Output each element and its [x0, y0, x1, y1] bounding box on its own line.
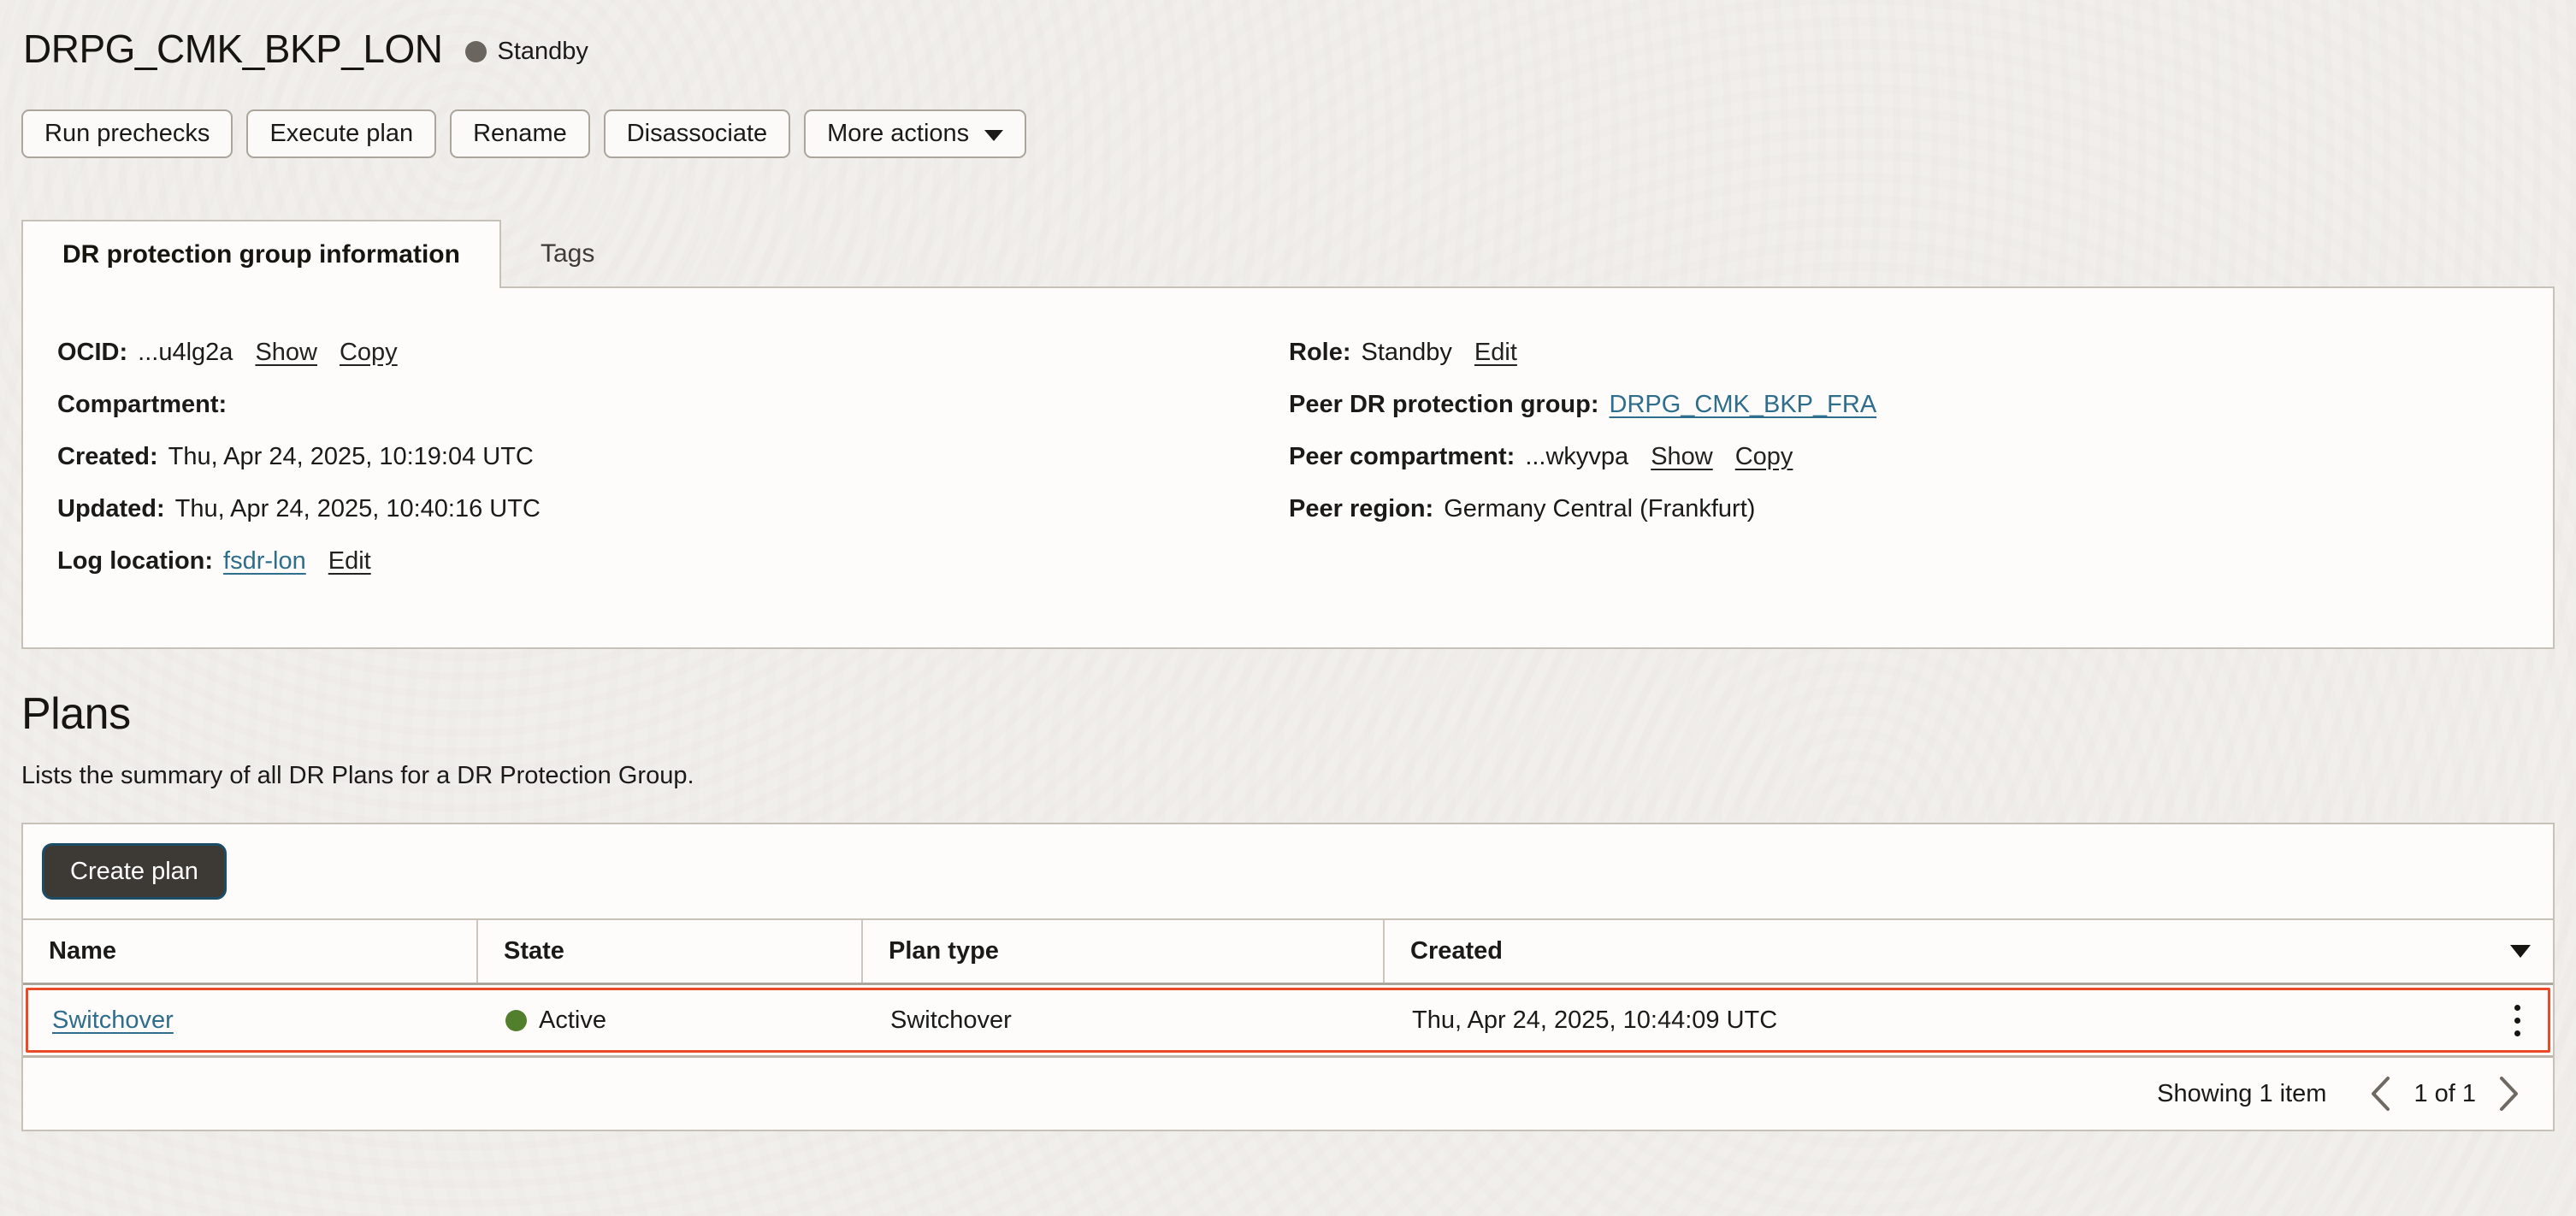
log-location-field: Log location: fsdr-lon Edit — [57, 546, 1289, 576]
pagination-bar: Showing 1 item 1 of 1 — [23, 1058, 2553, 1130]
plan-type-cell: Switchover — [866, 1006, 1388, 1035]
peer-compartment-copy-link[interactable]: Copy — [1735, 442, 1793, 471]
dr-protection-group-information-panel: OCID: ...u4lg2a Show Copy Compartment: C… — [21, 286, 2555, 649]
page-title: DRPG_CMK_BKP_LON — [23, 26, 443, 72]
tab-label: Tags — [541, 239, 594, 269]
status-label: Standby — [498, 38, 588, 66]
ocid-field: OCID: ...u4lg2a Show Copy — [57, 338, 1289, 367]
drpg-detail-page: DRPG_CMK_BKP_LON Standby Run prechecks E… — [0, 0, 2576, 1131]
role-value: Standby — [1362, 338, 1452, 367]
role-field: Role: Standby Edit — [1289, 338, 2553, 367]
active-dot-icon — [505, 1010, 527, 1031]
peer-compartment-value: ...wkyvpa — [1525, 442, 1628, 471]
column-header-created-label: Created — [1410, 937, 1503, 965]
plan-name-cell: Switchover — [28, 1006, 482, 1035]
plans-table-toolbar: Create plan — [23, 824, 2553, 918]
run-prechecks-button[interactable]: Run prechecks — [21, 109, 233, 158]
tab-label: DR protection group information — [62, 240, 460, 269]
rename-button[interactable]: Rename — [450, 109, 590, 158]
peer-region-value: Germany Central (Frankfurt) — [1444, 494, 1755, 523]
updated-field: Updated: Thu, Apr 24, 2025, 10:40:16 UTC — [57, 494, 1289, 523]
info-column-left: OCID: ...u4lg2a Show Copy Compartment: C… — [57, 338, 1289, 647]
chevron-left-icon[interactable] — [2366, 1075, 2395, 1113]
status-badge: Standby — [465, 38, 588, 66]
field-label: Created: — [57, 442, 158, 471]
sort-caret-down-icon[interactable] — [2510, 945, 2531, 958]
field-label: Compartment: — [57, 390, 227, 419]
create-plan-button[interactable]: Create plan — [42, 843, 227, 900]
tab-dr-protection-group-information[interactable]: DR protection group information — [21, 220, 501, 288]
log-location-link[interactable]: fsdr-lon — [223, 546, 306, 576]
more-actions-label: More actions — [827, 120, 969, 148]
plan-created-cell: Thu, Apr 24, 2025, 10:44:09 UTC — [1388, 1006, 2493, 1035]
column-header-name[interactable]: Name — [23, 920, 476, 983]
plan-name-link[interactable]: Switchover — [52, 1006, 174, 1035]
peer-compartment-field: Peer compartment: ...wkyvpa Show Copy — [1289, 442, 2553, 471]
field-label: Peer DR protection group: — [1289, 390, 1599, 419]
updated-value: Thu, Apr 24, 2025, 10:40:16 UTC — [175, 494, 541, 523]
peer-region-field: Peer region: Germany Central (Frankfurt) — [1289, 494, 2553, 523]
plans-description: Lists the summary of all DR Plans for a … — [21, 762, 2555, 790]
plans-heading: Plans — [21, 688, 2555, 740]
row-kebab-menu-icon[interactable] — [2493, 1005, 2548, 1036]
compartment-field: Compartment: — [57, 390, 1289, 419]
ocid-copy-link[interactable]: Copy — [340, 338, 398, 367]
chevron-right-icon[interactable] — [2495, 1075, 2524, 1113]
column-header-state[interactable]: State — [476, 920, 861, 983]
ocid-show-link[interactable]: Show — [255, 338, 317, 367]
table-row-switchover[interactable]: Switchover Active Switchover Thu, Apr 24… — [26, 988, 2550, 1053]
field-label: Peer region: — [1289, 494, 1433, 523]
standby-dot-icon — [465, 41, 487, 62]
ocid-value: ...u4lg2a — [138, 338, 233, 367]
plan-state-label: Active — [539, 1006, 606, 1035]
pagination-page-label: 1 of 1 — [2414, 1080, 2476, 1108]
disassociate-button[interactable]: Disassociate — [604, 109, 790, 158]
created-value: Thu, Apr 24, 2025, 10:19:04 UTC — [168, 442, 534, 471]
column-header-created[interactable]: Created — [1383, 920, 2553, 983]
detail-tabs: DR protection group information Tags — [21, 220, 2555, 288]
role-edit-link[interactable]: Edit — [1474, 338, 1517, 367]
plans-table-panel: Create plan Name State Plan type Created… — [21, 823, 2555, 1131]
more-actions-button[interactable]: More actions — [804, 109, 1026, 158]
page-header: DRPG_CMK_BKP_LON Standby — [21, 26, 2555, 72]
execute-plan-button[interactable]: Execute plan — [246, 109, 436, 158]
pagination-summary: Showing 1 item — [2157, 1080, 2326, 1108]
created-field: Created: Thu, Apr 24, 2025, 10:19:04 UTC — [57, 442, 1289, 471]
log-location-edit-link[interactable]: Edit — [328, 546, 371, 576]
field-label: Role: — [1289, 338, 1351, 367]
field-label: Log location: — [57, 546, 213, 576]
plan-state-cell: Active — [482, 1006, 866, 1035]
peer-dr-protection-group-link[interactable]: DRPG_CMK_BKP_FRA — [1610, 390, 1877, 419]
caret-down-icon — [984, 130, 1003, 141]
tab-tags[interactable]: Tags — [501, 220, 634, 288]
peer-compartment-show-link[interactable]: Show — [1651, 442, 1713, 471]
peer-dr-protection-group-field: Peer DR protection group: DRPG_CMK_BKP_F… — [1289, 390, 2553, 419]
field-label: Peer compartment: — [1289, 442, 1515, 471]
column-header-plan-type[interactable]: Plan type — [861, 920, 1383, 983]
field-label: OCID: — [57, 338, 127, 367]
info-column-right: Role: Standby Edit Peer DR protection gr… — [1289, 338, 2553, 647]
plans-table-header: Name State Plan type Created — [23, 918, 2553, 985]
field-label: Updated: — [57, 494, 165, 523]
action-button-row: Run prechecks Execute plan Rename Disass… — [21, 109, 2555, 158]
